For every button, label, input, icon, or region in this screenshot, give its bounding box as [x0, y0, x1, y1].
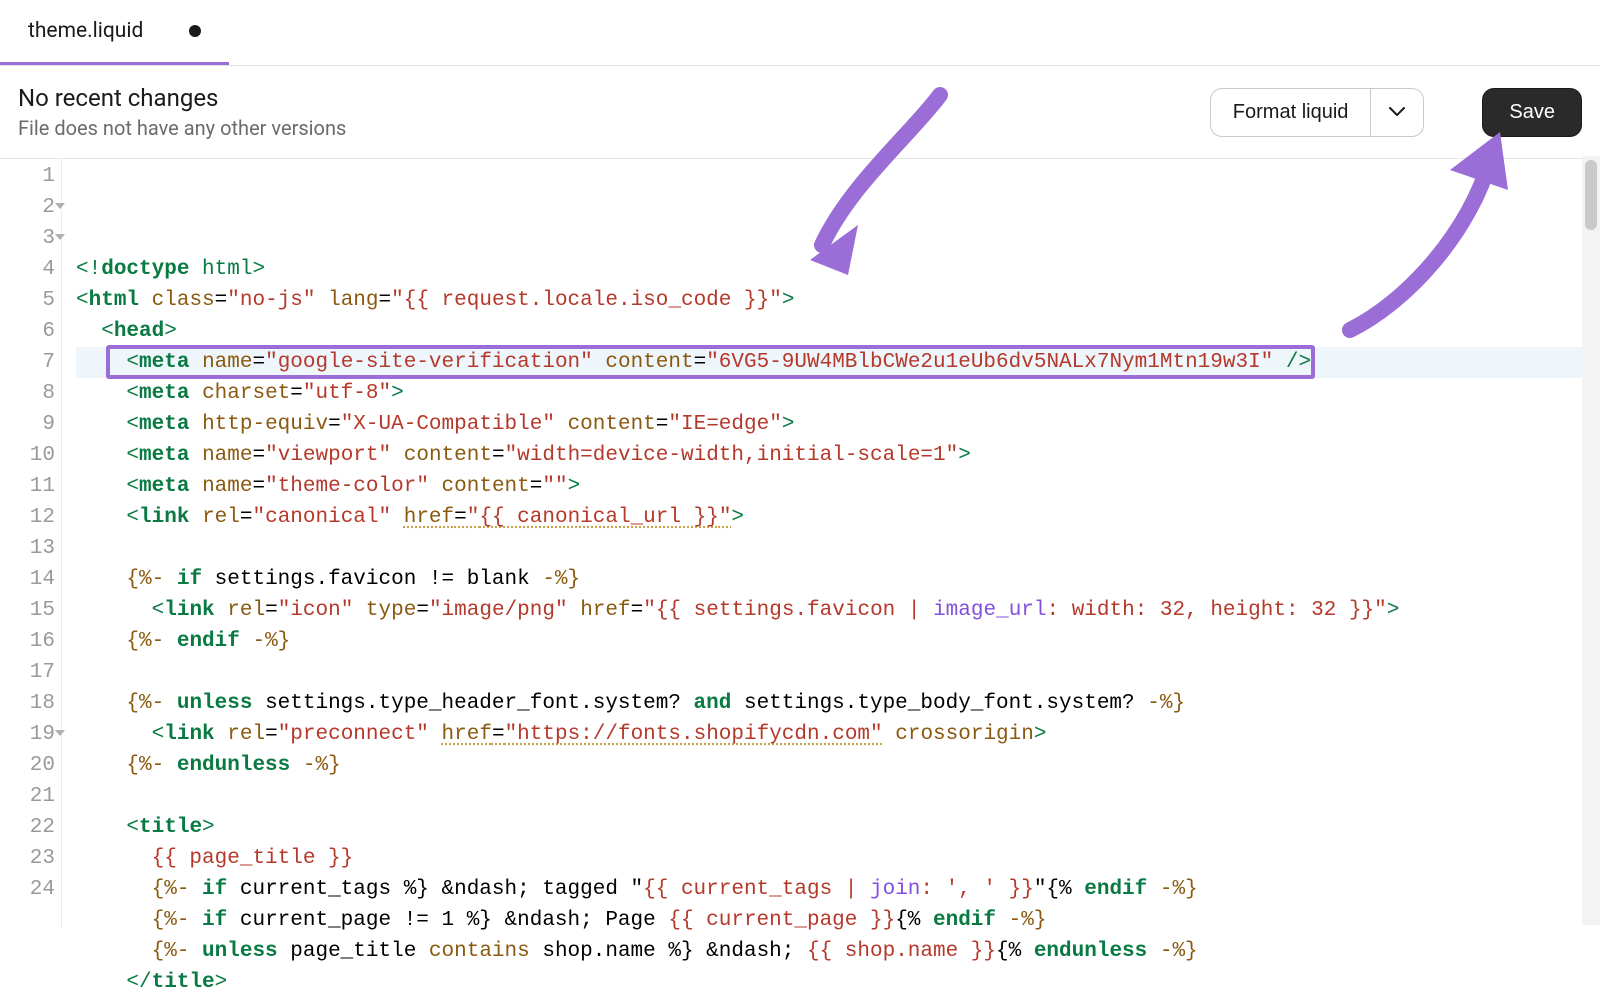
line-number: 21: [0, 781, 55, 812]
line-number: 7: [0, 347, 55, 378]
code-line[interactable]: <meta name="theme-color" content="">: [76, 471, 1600, 502]
line-number: 1: [0, 161, 55, 192]
line-number: 14: [0, 564, 55, 595]
code-line[interactable]: </title>: [76, 967, 1600, 998]
code-content[interactable]: <!doctype html><html class="no-js" lang=…: [62, 159, 1600, 928]
code-line[interactable]: {%- endif -%}: [76, 626, 1600, 657]
code-line[interactable]: {%- unless page_title contains shop.name…: [76, 936, 1600, 967]
line-number: 12: [0, 502, 55, 533]
line-number: 18: [0, 688, 55, 719]
line-number: 11: [0, 471, 55, 502]
line-number: 23: [0, 843, 55, 874]
code-line[interactable]: {%- unless settings.type_header_font.sys…: [76, 688, 1600, 719]
code-line[interactable]: <meta name="google-site-verification" co…: [76, 347, 1600, 378]
line-number: 2: [0, 192, 55, 223]
line-number: 22: [0, 812, 55, 843]
code-line[interactable]: {%- if settings.favicon != blank -%}: [76, 564, 1600, 595]
format-button-group: Format liquid: [1210, 88, 1425, 137]
code-editor[interactable]: 123456789101112131415161718192021222324 …: [0, 159, 1600, 928]
code-line[interactable]: {%- if current_page != 1 %} &ndash; Page…: [76, 905, 1600, 936]
line-number: 24: [0, 874, 55, 905]
line-number: 9: [0, 409, 55, 440]
line-number: 13: [0, 533, 55, 564]
code-line[interactable]: [76, 657, 1600, 688]
status-subtitle: File does not have any other versions: [18, 116, 346, 140]
line-number: 16: [0, 626, 55, 657]
line-number: 17: [0, 657, 55, 688]
code-line[interactable]: <title>: [76, 812, 1600, 843]
code-line[interactable]: <meta http-equiv="X-UA-Compatible" conte…: [76, 409, 1600, 440]
active-tab[interactable]: theme.liquid: [0, 0, 229, 65]
code-line[interactable]: {%- if current_tags %} &ndash; tagged "{…: [76, 874, 1600, 905]
line-number: 10: [0, 440, 55, 471]
header-toolbar: No recent changes File does not have any…: [0, 66, 1600, 159]
code-line[interactable]: <meta name="viewport" content="width=dev…: [76, 440, 1600, 471]
line-number: 4: [0, 254, 55, 285]
line-number: 19: [0, 719, 55, 750]
format-dropdown-button[interactable]: [1370, 88, 1424, 137]
line-number: 5: [0, 285, 55, 316]
code-line[interactable]: <head>: [76, 316, 1600, 347]
code-line[interactable]: [76, 533, 1600, 564]
line-number: 15: [0, 595, 55, 626]
vertical-scrollbar[interactable]: [1582, 156, 1600, 925]
code-line[interactable]: {{ page_title }}: [76, 843, 1600, 874]
scrollbar-thumb[interactable]: [1585, 160, 1597, 230]
code-line[interactable]: <meta charset="utf-8">: [76, 378, 1600, 409]
code-line[interactable]: <!doctype html>: [76, 254, 1600, 285]
line-number: 3: [0, 223, 55, 254]
toolbar-actions: Format liquid Save: [1210, 88, 1582, 137]
code-line[interactable]: <link rel="preconnect" href="https://fon…: [76, 719, 1600, 750]
line-number: 8: [0, 378, 55, 409]
code-line[interactable]: <link rel="canonical" href="{{ canonical…: [76, 502, 1600, 533]
tab-filename: theme.liquid: [28, 19, 143, 43]
version-status: No recent changes File does not have any…: [18, 84, 346, 140]
line-number-gutter: 123456789101112131415161718192021222324: [0, 159, 62, 928]
format-liquid-button[interactable]: Format liquid: [1210, 88, 1371, 137]
code-line[interactable]: [76, 781, 1600, 812]
save-button[interactable]: Save: [1482, 88, 1582, 137]
unsaved-indicator-icon: [189, 25, 201, 37]
code-line[interactable]: <link rel="icon" type="image/png" href="…: [76, 595, 1600, 626]
chevron-down-icon: [1389, 107, 1405, 117]
line-number: 6: [0, 316, 55, 347]
editor-tab-bar: theme.liquid: [0, 0, 1600, 66]
code-line[interactable]: {%- endunless -%}: [76, 750, 1600, 781]
line-number: 20: [0, 750, 55, 781]
code-line[interactable]: <html class="no-js" lang="{{ request.loc…: [76, 285, 1600, 316]
status-title: No recent changes: [18, 84, 346, 112]
